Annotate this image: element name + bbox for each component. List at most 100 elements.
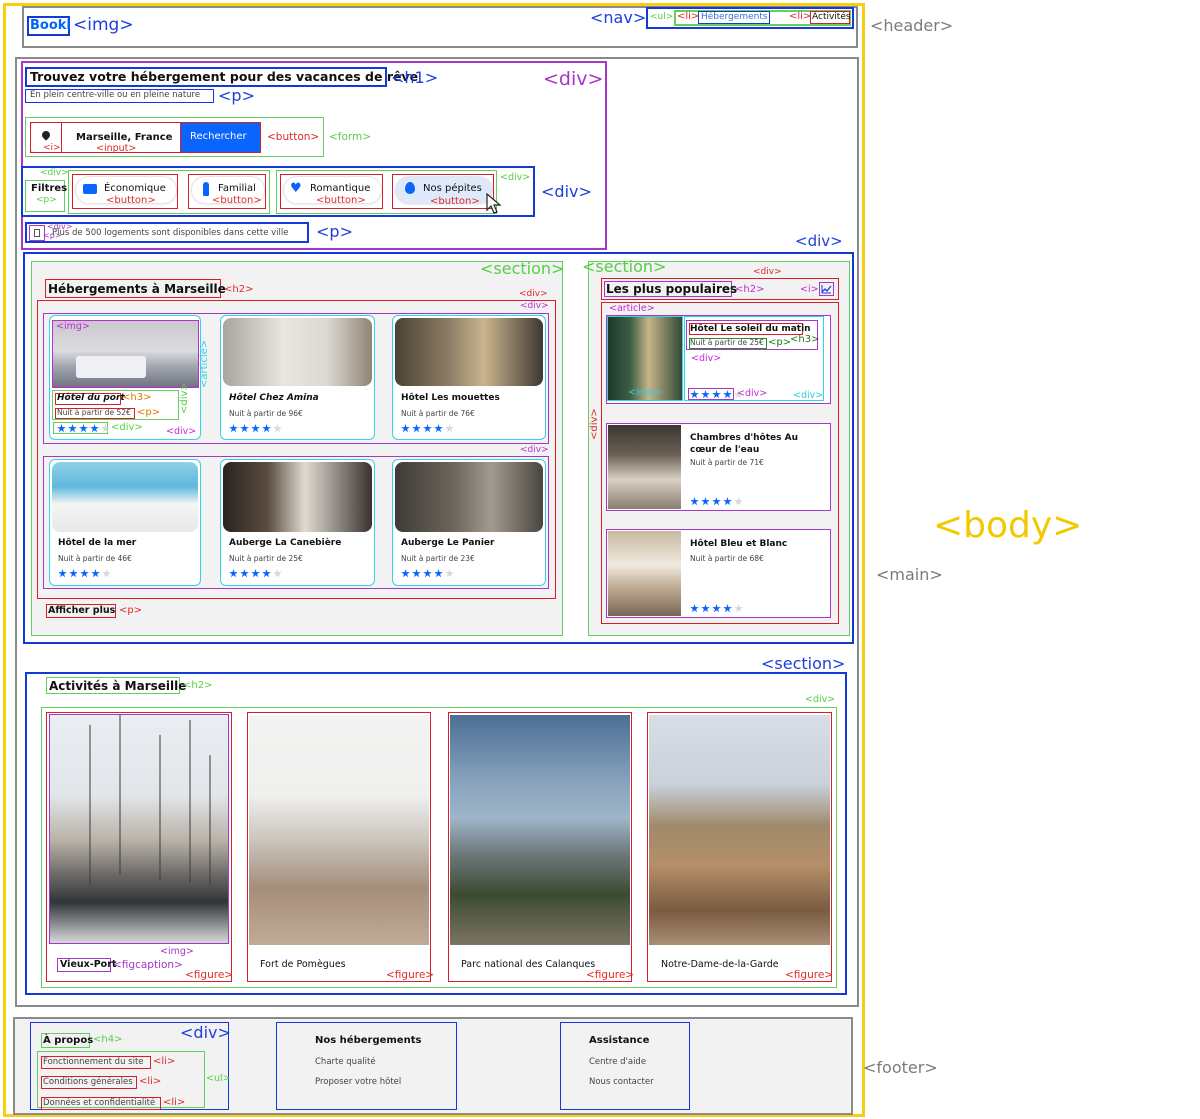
activities-h2-tag: <h2> xyxy=(183,680,213,691)
figure4-tag: <figure> xyxy=(785,969,834,981)
figure3-caption: Parc national des Calanques xyxy=(461,959,596,970)
filters-label: Filtres xyxy=(31,183,68,194)
card1-stars-tag: <div> xyxy=(111,422,143,433)
footer-col1-title: À propos xyxy=(43,1035,94,1046)
filter-nos-pepites-label[interactable]: Nos pépites xyxy=(423,184,482,194)
search-input[interactable]: Marseille, France xyxy=(76,133,172,143)
row2-div-tag: <div> xyxy=(520,445,549,455)
input-label: <input> xyxy=(96,143,137,154)
fort-de-pomegues-image[interactable] xyxy=(249,715,429,945)
pop3-image xyxy=(608,531,681,616)
notre-dame-image[interactable] xyxy=(649,715,830,945)
pop2-price: Nuit à partir de 71€ xyxy=(690,458,764,467)
filters-div-small-label: <div> xyxy=(40,168,69,178)
card1-img-tag: <img> xyxy=(56,321,90,332)
logo-text[interactable]: Booki xyxy=(30,19,71,32)
card1-text-div-tag: <div> xyxy=(179,382,190,414)
footer-li2-tag: <li> xyxy=(139,1076,162,1087)
hebergements-title: Hébergements à Marseille xyxy=(48,282,226,296)
card1-h3-tag: <h3> xyxy=(122,392,152,403)
pop-header-div-tag: <div> xyxy=(753,267,782,277)
section-hebergements-label: <section> xyxy=(480,259,565,278)
card6-rating xyxy=(401,569,454,579)
footer-col1-div-tag: <div> xyxy=(180,1023,231,1042)
figcaption-tag: <figcaption> xyxy=(113,959,183,971)
row1-div-tag: <div> xyxy=(520,301,549,311)
person-icon xyxy=(203,182,209,196)
card4-name[interactable]: Hôtel de la mer xyxy=(58,539,136,548)
filter-romantique-label[interactable]: Romantique xyxy=(310,184,370,194)
filter-familial-label[interactable]: Familial xyxy=(218,184,256,194)
calanques-image[interactable] xyxy=(450,715,630,945)
pop1-price: Nuit à partir de 25€ xyxy=(690,338,764,347)
info-text: Plus de 500 logements sont disponibles d… xyxy=(52,228,289,238)
card5-name[interactable]: Auberge La Canebière xyxy=(229,539,341,548)
activities-title: Activités à Marseille xyxy=(49,679,187,693)
footer-col2-link-1[interactable]: Charte qualité xyxy=(315,1058,376,1067)
footer-col2-title: Nos hébergements xyxy=(315,1035,422,1046)
li-label-2: <li> xyxy=(789,11,812,22)
pop1-name[interactable]: Hôtel Le soleil du matin xyxy=(690,325,811,334)
pop1-div-tag: <div> xyxy=(793,390,824,401)
footer-link-1[interactable]: Fonctionnement du site xyxy=(43,1058,144,1067)
card1-rating xyxy=(57,424,110,434)
pop3-name[interactable]: Hôtel Bleu et Blanc xyxy=(690,540,787,549)
nav-link-hebergements[interactable]: Hébergements xyxy=(701,13,768,22)
li-label-1: <li> xyxy=(677,11,700,22)
card3-image xyxy=(395,318,543,386)
card1-name[interactable]: Hôtel du port xyxy=(57,394,125,403)
footer-link-3[interactable]: Données et confidentialité xyxy=(43,1099,155,1108)
filter-romantique-tag: <button> xyxy=(316,195,366,206)
card2-price: Nuit à partir de 96€ xyxy=(229,409,303,418)
footer-col3-link-2[interactable]: Nous contacter xyxy=(589,1078,654,1087)
cursor-icon xyxy=(486,193,502,214)
card5-image xyxy=(223,462,372,532)
card3-name[interactable]: Hôtel Les mouettes xyxy=(401,394,500,403)
filters-div-label: <div> xyxy=(541,182,592,201)
card6-name[interactable]: Auberge Le Panier xyxy=(401,539,494,548)
figure1-img-tag: <img> xyxy=(160,946,194,957)
filter-economique-tag: <button> xyxy=(106,195,156,206)
pop-h2-tag: <h2> xyxy=(735,284,765,295)
footer-label: <footer> xyxy=(863,1058,938,1077)
footer-col3-link-1[interactable]: Centre d'aide xyxy=(589,1058,646,1067)
search-button-label[interactable]: Rechercher xyxy=(190,132,247,142)
pop3-price: Nuit à partir de 68€ xyxy=(690,554,764,563)
h1-label: <h1> xyxy=(391,68,439,87)
card6-price: Nuit à partir de 23€ xyxy=(401,554,475,563)
card1-bed-shape xyxy=(76,356,146,378)
card4-image xyxy=(52,462,198,532)
card3-rating xyxy=(401,424,454,434)
card2-name[interactable]: Hôtel Chez Amina xyxy=(229,394,319,403)
money-icon xyxy=(83,184,97,194)
activities-div-tag: <div> xyxy=(805,694,836,705)
footer-col2-link-2[interactable]: Proposer votre hôtel xyxy=(315,1078,401,1087)
i-label: <i> xyxy=(43,143,61,153)
button-label-search: <button> xyxy=(267,131,320,143)
pop2-name[interactable]: Chambres d'hôtes Au cœur de l'eau xyxy=(690,432,822,456)
h2-hebergements-tag: <h2> xyxy=(224,284,254,295)
footer-ul-tag: <ul> xyxy=(206,1073,231,1084)
card2-image xyxy=(223,318,372,386)
footer-li1-tag: <li> xyxy=(153,1056,176,1067)
card3-price: Nuit à partir de 76€ xyxy=(401,409,475,418)
card4-rating xyxy=(58,569,111,579)
figure2-caption: Fort de Pomègues xyxy=(260,959,346,970)
header-label: <header> xyxy=(870,16,954,35)
card1-div-tag: <div> xyxy=(166,426,197,437)
show-more-link[interactable]: Afficher plus xyxy=(48,606,115,616)
pop1-stars-tag: <div> xyxy=(737,388,768,399)
nav-link-activites[interactable]: Activités xyxy=(812,13,851,22)
info-p-label: <p> xyxy=(316,222,353,241)
figure1-tag: <figure> xyxy=(185,969,234,981)
pop1-p-tag: <p> xyxy=(768,337,792,348)
footer-h4-tag: <h4> xyxy=(93,1034,123,1045)
p-label: <p> xyxy=(218,86,255,105)
figure3-tag: <figure> xyxy=(586,969,635,981)
section-populaires-label: <section> xyxy=(582,257,667,276)
footer-link-2[interactable]: Conditions générales xyxy=(43,1078,133,1087)
ul-label: <ul> xyxy=(650,12,674,22)
pop2-image xyxy=(608,425,681,509)
filters-group-label: <div> xyxy=(500,172,531,183)
filter-economique-label[interactable]: Économique xyxy=(104,184,166,194)
